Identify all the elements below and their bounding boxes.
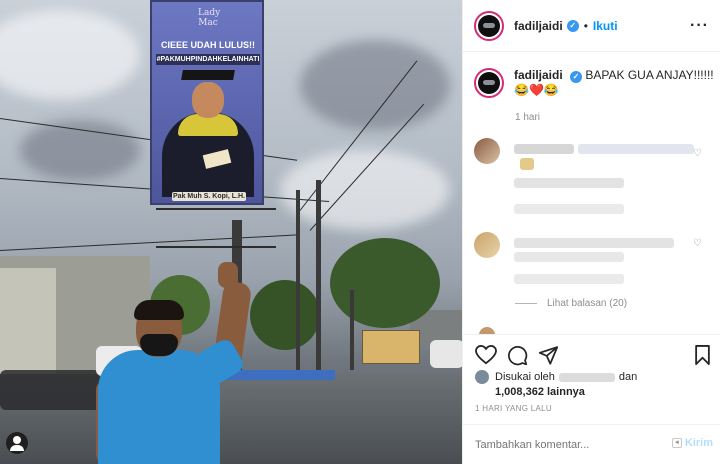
avatar[interactable]: [474, 68, 504, 98]
person-hand: [218, 262, 238, 288]
truck: [362, 330, 420, 364]
likes-summary: Disukai oleh dan 1,008,362 lainnya: [475, 370, 715, 398]
utility-pole: [316, 180, 321, 380]
billboard-face: [192, 82, 224, 118]
blurred-comment: [514, 252, 624, 262]
likes-count[interactable]: 1,008,362 lainnya: [495, 386, 585, 398]
face-mask: [140, 334, 178, 356]
blurred-liker-name[interactable]: [558, 372, 615, 382]
building: [0, 268, 56, 376]
cloud: [280, 150, 450, 230]
post-photo[interactable]: Lady Mac CIEEE UDAH LULUS!! #PAKMUHPINDA…: [0, 0, 462, 464]
caption-time: 1 hari: [515, 112, 541, 123]
more-options-icon[interactable]: ···: [690, 17, 709, 35]
billboard-hashtag: #PAKMUHPINDAHKELAINHATI: [156, 54, 260, 65]
comment-item: ♡: [474, 138, 714, 218]
share-icon[interactable]: [538, 345, 559, 365]
follow-button[interactable]: Ikuti: [593, 19, 618, 33]
tree: [330, 238, 440, 328]
bookmark-icon[interactable]: [694, 345, 711, 365]
avatar-image: [478, 72, 500, 94]
caption-text: fadiljaidi ✓ BAPAK GUA ANJAY!!!!!!😂❤️😂: [514, 68, 714, 98]
separator-dot: •: [583, 18, 588, 33]
blurred-comment: [578, 144, 694, 154]
billboard-signature: Lady Mac: [198, 8, 221, 28]
replies-line: [515, 303, 537, 304]
utility-pole: [296, 190, 300, 370]
avatar[interactable]: [474, 10, 504, 41]
verified-badge-icon: ✓: [570, 71, 583, 83]
send-icon: ◂: [671, 438, 682, 448]
verified-badge-icon: ✓: [566, 19, 579, 32]
likes-count-row[interactable]: 1,008,362 lainnya: [495, 386, 715, 398]
liked-by-prefix: Disukai oleh: [495, 371, 555, 383]
parked-motorcycles: [0, 370, 100, 410]
post-comment-label: Kirim: [684, 437, 713, 449]
graduation-cap: [181, 70, 235, 80]
post-header: fadiljaidi ✓ • Ikuti ···: [463, 0, 720, 52]
person-icon[interactable]: [6, 432, 28, 454]
blurred-meta: [514, 204, 624, 214]
view-replies-label: Lihat balasan (20): [547, 298, 628, 309]
blurred-emoji: [520, 158, 534, 170]
comment-composer: ◂ Kirim: [463, 424, 720, 464]
post-side-panel: fadiljaidi ✓ • Ikuti ··· fadiljaidi ✓ BA…: [462, 0, 720, 464]
comment-input[interactable]: [475, 435, 665, 455]
action-bar: [463, 334, 720, 370]
traffic-light-pole: [350, 290, 354, 370]
caption-username[interactable]: fadiljaidi: [514, 68, 563, 82]
comment-avatar[interactable]: [474, 232, 500, 258]
blurred-comment: [514, 238, 674, 248]
caption: fadiljaidi ✓ BAPAK GUA ANJAY!!!!!!😂❤️😂: [474, 68, 714, 98]
view-replies-link[interactable]: Lihat balasan (20): [515, 298, 627, 309]
cloud: [0, 10, 140, 100]
billboard-name-plate: Pak Muh S. Kopi, L.H.: [172, 192, 246, 201]
post-timestamp[interactable]: 1 HARI YANG LALU: [475, 404, 552, 413]
cloud: [300, 40, 450, 130]
comment-icon[interactable]: [507, 345, 528, 366]
blurred-username: [514, 144, 574, 154]
billboard-frame: [156, 208, 276, 248]
billboard: Lady Mac CIEEE UDAH LULUS!! #PAKMUHPINDA…: [150, 0, 264, 205]
heart-icon[interactable]: [475, 345, 497, 365]
username-link[interactable]: fadiljaidi: [514, 19, 563, 33]
comment-avatar[interactable]: [474, 138, 500, 164]
post-comment-button[interactable]: ◂ Kirim: [671, 437, 713, 449]
car: [430, 340, 462, 368]
avatar-image: [478, 14, 500, 37]
comment-item: ♡: [474, 232, 714, 292]
liked-by-row: Disukai oleh dan: [475, 370, 715, 384]
billboard-headline: CIEEE UDAH LULUS!!: [161, 40, 255, 50]
comment-like-icon[interactable]: ♡: [693, 148, 702, 159]
tree: [250, 280, 320, 350]
comment-like-icon[interactable]: ♡: [693, 238, 702, 249]
liker-avatar[interactable]: [475, 370, 489, 384]
person-hair: [134, 300, 184, 320]
blurred-comment: [514, 178, 624, 188]
blurred-meta: [514, 274, 624, 284]
liked-by-and: dan: [618, 371, 638, 383]
